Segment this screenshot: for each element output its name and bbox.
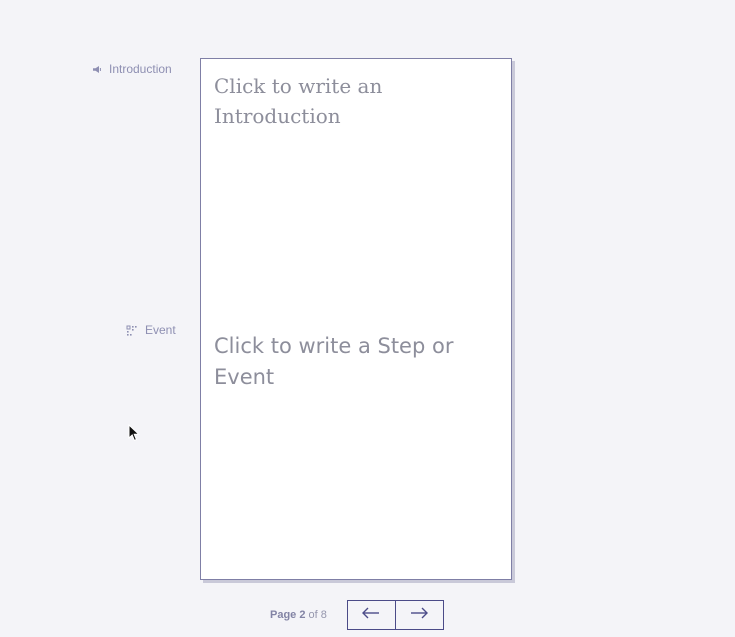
arrow-left-icon (361, 606, 381, 624)
section-label-text: Introduction (109, 62, 172, 76)
total-pages: 8 (320, 609, 327, 621)
page-word: Page (270, 609, 297, 621)
current-page: 2 (299, 609, 306, 621)
of-word: of (308, 609, 318, 621)
event-grid-icon (126, 325, 138, 336)
mouse-pointer-icon (128, 423, 140, 447)
page-card: Click to write an Introduction Click to … (200, 58, 512, 580)
event-text-block[interactable]: Click to write a Step or Event (214, 331, 494, 393)
arrow-right-icon (409, 606, 429, 624)
megaphone-icon (92, 65, 102, 74)
page-indicator: Page 2 of 8 (270, 609, 327, 621)
page-nav-buttons (346, 600, 444, 630)
section-label-event: Event (126, 323, 176, 337)
introduction-text-block[interactable]: Click to write an Introduction (214, 71, 494, 131)
next-page-button[interactable] (394, 601, 443, 629)
section-label-introduction: Introduction (92, 62, 172, 76)
previous-page-button[interactable] (347, 601, 395, 629)
pagination: Page 2 of 8 (270, 600, 444, 630)
section-label-text: Event (145, 323, 176, 337)
page-editor: Introduction Event Click to write an Int… (0, 0, 735, 637)
